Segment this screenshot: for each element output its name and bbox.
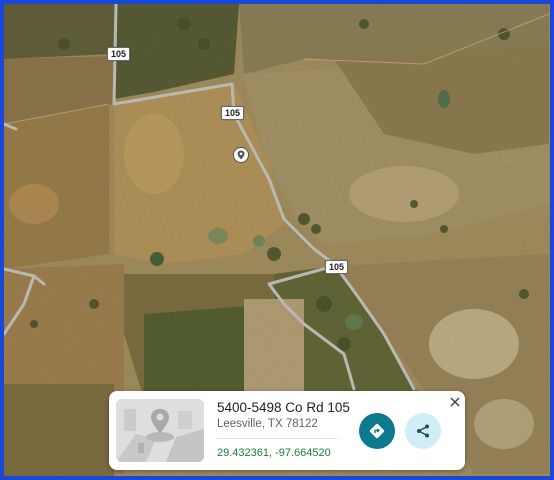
- directions-icon: [369, 423, 385, 439]
- card-divider: [217, 438, 337, 439]
- road-shield-105-right: 105: [325, 260, 349, 274]
- location-pin-icon[interactable]: [233, 147, 249, 163]
- street-view-thumbnail[interactable]: [116, 399, 204, 462]
- directions-button[interactable]: [359, 413, 395, 449]
- share-icon: [417, 424, 429, 438]
- place-title: 5400-5498 Co Rd 105: [217, 400, 350, 415]
- place-subtitle: Leesville, TX 78122: [217, 418, 318, 430]
- street-view-placeholder-icon: [116, 399, 204, 462]
- road-shield-105-center: 105: [221, 106, 245, 120]
- map-canvas[interactable]: 105 105 105 5400-5498 Co Rd 105 Leesvill…: [4, 4, 550, 476]
- close-button[interactable]: [447, 394, 463, 410]
- close-icon: [450, 397, 460, 407]
- share-button[interactable]: [405, 413, 441, 449]
- pin-glyph-icon: [237, 150, 245, 160]
- place-info-card[interactable]: 5400-5498 Co Rd 105 Leesville, TX 78122 …: [109, 391, 465, 470]
- place-coordinates[interactable]: 29.432361, -97.664520: [217, 447, 331, 459]
- road-shield-105-top: 105: [107, 47, 131, 61]
